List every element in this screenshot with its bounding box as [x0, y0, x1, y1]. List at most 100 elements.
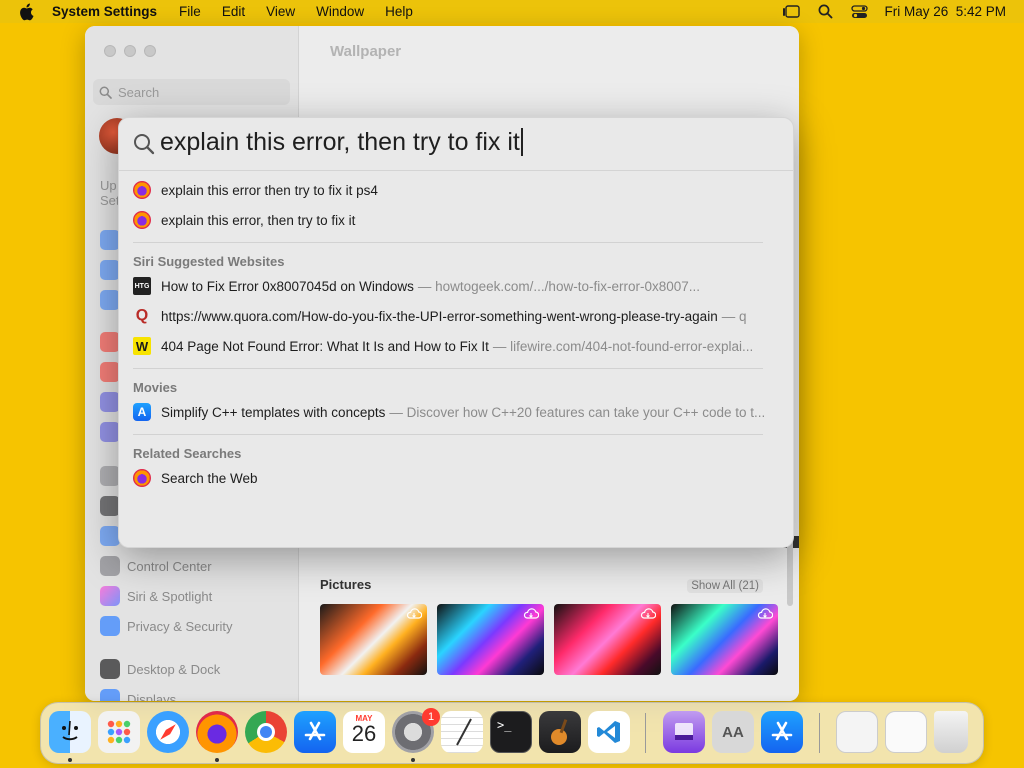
dock-separator — [819, 713, 820, 753]
sidebar-item-privacy-security[interactable]: Privacy & Security — [100, 616, 232, 636]
chrome-icon[interactable] — [245, 711, 287, 753]
result-detail: — Discover how C++20 features can take y… — [389, 404, 766, 420]
system-settings-icon[interactable]: 1 — [392, 708, 440, 753]
firefox-icon[interactable] — [196, 711, 238, 753]
running-indicator — [215, 758, 219, 762]
trash-icon[interactable] — [934, 711, 968, 753]
textedit-icon[interactable] — [441, 711, 483, 753]
wallpaper-thumb[interactable] — [671, 604, 778, 675]
sidebar-item-label: Control Center — [127, 558, 212, 574]
query-text: explain this error, then try to fix it — [160, 128, 520, 156]
bluetooth-icon[interactable] — [100, 260, 120, 280]
firefox-icon — [133, 211, 151, 229]
sidebar-search-field[interactable]: Search — [93, 79, 290, 105]
running-indicator — [68, 758, 72, 762]
garageband-icon[interactable] — [539, 711, 581, 753]
app-store-icon: A — [133, 403, 151, 421]
hand-icon — [100, 616, 120, 636]
section-related-searches: Related Searches — [133, 446, 242, 461]
app-store-icon[interactable] — [294, 711, 336, 753]
network-icon[interactable] — [100, 290, 120, 310]
stage-manager-icon[interactable] — [782, 4, 801, 20]
calendar-icon[interactable]: MAY 26 — [343, 711, 385, 753]
spotlight-query-input[interactable]: explain this error, then try to fix it — [160, 128, 523, 157]
search-web-row[interactable]: Search the Web — [133, 467, 773, 489]
app-name-menu[interactable]: System Settings — [52, 4, 157, 19]
screen-time-icon[interactable] — [100, 422, 120, 442]
recent-document-icon[interactable] — [836, 711, 878, 753]
wallpaper-thumb[interactable] — [320, 604, 427, 675]
running-indicator — [411, 758, 415, 762]
movie-result-row[interactable]: A Simplify C++ templates with concepts —… — [133, 401, 773, 423]
menu-file[interactable]: File — [179, 4, 201, 19]
website-result-row[interactable]: HTG How to Fix Error 0x8007045d on Windo… — [133, 275, 773, 297]
menu-window[interactable]: Window — [316, 4, 364, 19]
sidebar-item-desktop-dock[interactable]: Desktop & Dock — [100, 659, 220, 679]
result-title: How to Fix Error 0x8007045d on Windows — [161, 278, 414, 294]
font-book-icon[interactable]: AA — [712, 711, 754, 753]
terminal-icon[interactable]: >_ — [490, 711, 532, 753]
spotlight-search-bar[interactable]: explain this error, then try to fix it — [119, 118, 793, 171]
result-title: Search the Web — [161, 470, 258, 486]
dock-separator — [645, 713, 646, 753]
general-icon[interactable] — [100, 466, 120, 486]
spotlight-search-icon[interactable] — [816, 4, 834, 20]
sidebar-item-siri-spotlight[interactable]: Siri & Spotlight — [100, 586, 212, 606]
app-store-icon[interactable] — [761, 711, 803, 753]
sidebar-item-displays[interactable]: Displays — [100, 689, 176, 701]
sidebar-search-placeholder: Search — [118, 84, 160, 100]
sidebar-item-label: Privacy & Security — [127, 618, 233, 634]
suggestion-row[interactable]: explain this error, then try to fix it — [133, 209, 773, 231]
show-all-button[interactable]: Show All (21) — [687, 579, 763, 593]
safari-icon[interactable] — [147, 711, 189, 753]
zoom-button[interactable] — [144, 45, 156, 57]
launchpad-icon[interactable] — [98, 711, 140, 753]
downloads-folder-icon[interactable] — [885, 711, 927, 753]
archive-utility-icon[interactable] — [663, 711, 705, 753]
dock-icon — [100, 659, 120, 679]
website-result-row[interactable]: W 404 Page Not Found Error: What It Is a… — [133, 335, 773, 357]
menu-help[interactable]: Help — [385, 4, 413, 19]
suggestion-row[interactable]: explain this error then try to fix it ps… — [133, 179, 773, 201]
finder-icon[interactable] — [49, 711, 91, 753]
window-controls — [104, 45, 156, 57]
website-result-row[interactable]: Q https://www.quora.com/How-do-you-fix-t… — [133, 305, 773, 327]
menu-edit[interactable]: Edit — [222, 4, 245, 19]
minimize-button[interactable] — [124, 45, 136, 57]
wifi-icon[interactable] — [100, 230, 120, 250]
cloud-download-icon — [523, 608, 539, 619]
control-center-icon — [100, 556, 120, 576]
siri-icon — [100, 586, 120, 606]
focus-icon[interactable] — [100, 392, 120, 412]
apple-menu-icon[interactable] — [18, 3, 38, 21]
page-title: Wallpaper — [330, 43, 402, 60]
menu-clock[interactable]: Fri May 26 5:42 PM — [884, 4, 1006, 19]
wallpaper-thumb[interactable] — [554, 604, 661, 675]
result-detail: — howtogeek.com/.../how-to-fix-error-0x8… — [417, 278, 700, 294]
sidebar-item-control-center[interactable]: Control Center — [100, 556, 212, 576]
accessibility-icon[interactable] — [100, 526, 120, 546]
result-title: 404 Page Not Found Error: What It Is and… — [161, 338, 489, 354]
pictures-thumbnails — [320, 604, 778, 675]
appearance-icon[interactable] — [100, 496, 120, 516]
quora-icon: Q — [135, 307, 149, 324]
close-button[interactable] — [104, 45, 116, 57]
cloud-download-icon — [406, 608, 422, 619]
result-detail: — lifewire.com/404-not-found-error-expla… — [492, 338, 754, 354]
menu-view[interactable]: View — [266, 4, 295, 19]
result-title: https://www.quora.com/How-do-you-fix-the… — [161, 308, 718, 324]
notifications-icon[interactable] — [100, 332, 120, 352]
suggestion-text: explain this error then try to fix it ps… — [161, 182, 378, 198]
wallpaper-thumb[interactable] — [437, 604, 544, 675]
sidebar-obscured-text-1: Up — [100, 178, 117, 193]
divider — [133, 368, 763, 369]
suggestion-text: explain this error, then try to fix it — [161, 212, 356, 228]
vscode-icon[interactable] — [588, 711, 630, 753]
spotlight-panel: explain this error, then try to fix it e… — [118, 117, 794, 548]
divider — [133, 434, 763, 435]
divider — [133, 242, 763, 243]
sound-icon[interactable] — [100, 362, 120, 382]
pictures-section-title: Pictures — [320, 577, 372, 592]
control-center-icon[interactable] — [850, 4, 868, 20]
sidebar-item-label: Siri & Spotlight — [127, 588, 213, 604]
